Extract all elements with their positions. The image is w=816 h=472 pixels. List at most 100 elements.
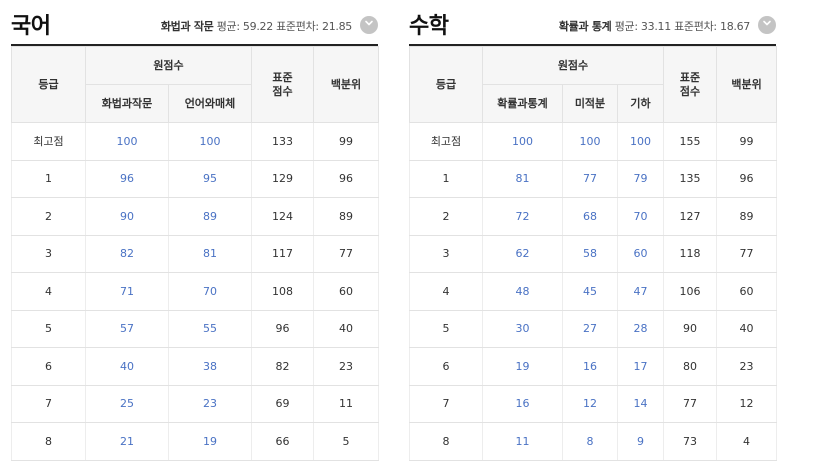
standard-score-cell: 133 (251, 122, 314, 161)
raw-score-cell[interactable]: 71 (85, 272, 169, 311)
raw-score-cell[interactable]: 96 (85, 159, 169, 198)
math-score-table: 등급 원점수 표준 점수 백분위 확률과통계 미적분 기하 최고점 100 100 1… (409, 46, 778, 461)
raw-score-cell[interactable]: 17 (616, 347, 665, 386)
subject-title: 수학 (409, 14, 449, 39)
standard-score-cell: 127 (663, 197, 718, 236)
col-grade: 등급 (409, 46, 483, 123)
table-row: 8 21 19 66 5 (11, 422, 379, 461)
chevron-down-icon[interactable] (758, 16, 776, 34)
raw-score-cell[interactable]: 8 (562, 422, 618, 461)
percentile-cell: 99 (313, 122, 379, 161)
col-standard-score: 표준 점수 (663, 46, 718, 123)
raw-score-cell[interactable]: 12 (562, 384, 618, 423)
col-raw-score: 원점수 (85, 46, 252, 85)
raw-score-cell[interactable]: 72 (482, 197, 563, 236)
raw-score-cell[interactable]: 25 (85, 384, 169, 423)
stats-values: 평균: 59.22 표준편차: 21.85 (216, 20, 353, 33)
raw-score-cell[interactable]: 16 (562, 347, 618, 386)
raw-score-cell[interactable]: 40 (85, 347, 169, 386)
col-elective-3: 기하 (616, 84, 665, 123)
korean-panel: 국어 화법과 작문 평균: 59.22 표준편차: 21.85 등급 원점수 표… (11, 0, 379, 461)
raw-score-cell[interactable]: 45 (562, 272, 618, 311)
standard-score-cell: 96 (251, 309, 314, 348)
raw-score-cell[interactable]: 95 (168, 159, 252, 198)
grade-cell: 7 (11, 384, 86, 423)
raw-score-cell[interactable]: 55 (168, 309, 252, 348)
raw-score-cell[interactable]: 100 (482, 122, 563, 161)
standard-score-cell: 77 (663, 384, 718, 423)
raw-score-cell[interactable]: 89 (168, 197, 252, 236)
grade-cell: 6 (409, 347, 483, 386)
grade-cell: 1 (409, 159, 483, 198)
table-row: 2 90 89 124 89 (11, 197, 379, 236)
raw-score-cell[interactable]: 23 (168, 384, 252, 423)
standard-score-cell: 106 (663, 272, 718, 311)
grade-cell: 4 (409, 272, 483, 311)
grade-cell: 7 (409, 384, 483, 423)
percentile-cell: 23 (313, 347, 379, 386)
raw-score-cell[interactable]: 81 (482, 159, 563, 198)
table-row: 6 40 38 82 23 (11, 347, 379, 386)
percentile-cell: 40 (313, 309, 379, 348)
raw-score-cell[interactable]: 14 (616, 384, 665, 423)
raw-score-cell[interactable]: 28 (616, 309, 665, 348)
raw-score-cell[interactable]: 11 (482, 422, 563, 461)
standard-score-cell: 155 (663, 122, 718, 161)
raw-score-cell[interactable]: 48 (482, 272, 563, 311)
percentile-cell: 77 (313, 234, 379, 273)
grade-cell: 8 (11, 422, 86, 461)
stats-line: 확률과 통계 평균: 33.11 표준편차: 18.67 (559, 18, 750, 34)
raw-score-cell[interactable]: 58 (562, 234, 618, 273)
percentile-cell: 5 (313, 422, 379, 461)
table-row: 5 30 27 28 90 40 (409, 309, 778, 348)
raw-score-cell[interactable]: 79 (616, 159, 665, 198)
raw-score-cell[interactable]: 60 (616, 234, 665, 273)
col-raw-score: 원점수 (481, 46, 665, 85)
grade-cell: 최고점 (11, 122, 86, 161)
raw-score-cell[interactable]: 30 (482, 309, 563, 348)
raw-score-cell[interactable]: 21 (85, 422, 169, 461)
raw-score-cell[interactable]: 70 (168, 272, 252, 311)
col-standard-score: 표준 점수 (251, 46, 314, 123)
table-row: 4 71 70 108 60 (11, 272, 379, 311)
raw-score-cell[interactable]: 19 (168, 422, 252, 461)
standard-score-cell: 66 (251, 422, 314, 461)
table-row: 7 25 23 69 11 (11, 384, 379, 423)
table-row: 8 11 8 9 73 4 (409, 422, 778, 461)
table-row: 최고점 100 100 100 155 99 (409, 122, 778, 161)
table-row: 3 82 81 117 77 (11, 234, 379, 273)
raw-score-cell[interactable]: 81 (168, 234, 252, 273)
raw-score-cell[interactable]: 100 (168, 122, 252, 161)
standard-score-cell: 124 (251, 197, 314, 236)
raw-score-cell[interactable]: 19 (482, 347, 563, 386)
raw-score-cell[interactable]: 16 (482, 384, 563, 423)
raw-score-cell[interactable]: 62 (482, 234, 563, 273)
raw-score-cell[interactable]: 9 (616, 422, 665, 461)
col-elective-2: 미적분 (562, 84, 618, 123)
col-percentile: 백분위 (716, 46, 778, 123)
raw-score-cell[interactable]: 47 (616, 272, 665, 311)
raw-score-cell[interactable]: 82 (85, 234, 169, 273)
raw-score-cell[interactable]: 90 (85, 197, 169, 236)
col-elective-1: 확률과통계 (482, 84, 563, 123)
raw-score-cell[interactable]: 77 (562, 159, 618, 198)
table-row: 3 62 58 60 118 77 (409, 234, 778, 273)
raw-score-cell[interactable]: 57 (85, 309, 169, 348)
raw-score-cell[interactable]: 100 (562, 122, 618, 161)
grade-cell: 6 (11, 347, 86, 386)
percentile-cell: 23 (716, 347, 778, 386)
percentile-cell: 12 (716, 384, 778, 423)
elective-name: 확률과 통계 (558, 20, 612, 33)
standard-score-cell: 135 (663, 159, 718, 198)
standard-score-cell: 82 (251, 347, 314, 386)
stats-values: 평균: 33.11 표준편차: 18.67 (614, 20, 751, 33)
table-row: 4 48 45 47 106 60 (409, 272, 778, 311)
percentile-cell: 4 (716, 422, 778, 461)
raw-score-cell[interactable]: 27 (562, 309, 618, 348)
raw-score-cell[interactable]: 68 (562, 197, 618, 236)
raw-score-cell[interactable]: 100 (85, 122, 169, 161)
raw-score-cell[interactable]: 38 (168, 347, 252, 386)
chevron-down-icon[interactable] (360, 16, 378, 34)
raw-score-cell[interactable]: 70 (616, 197, 665, 236)
raw-score-cell[interactable]: 100 (616, 122, 665, 161)
